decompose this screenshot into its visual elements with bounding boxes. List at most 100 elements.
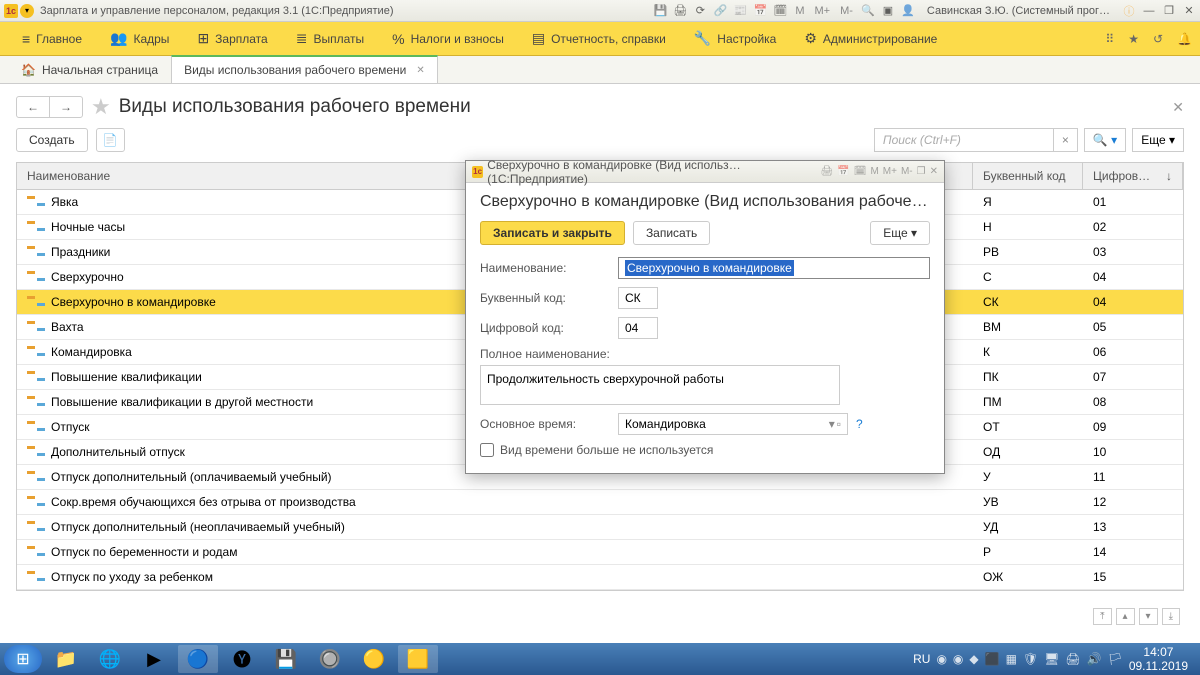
scroll-up-icon[interactable]: ▴ xyxy=(1116,608,1135,625)
tray-icon-8[interactable]: 🖨 xyxy=(1065,652,1080,666)
input-code[interactable] xyxy=(618,287,658,309)
tray-icon-6[interactable]: 🛡 xyxy=(1023,652,1038,666)
tray-icon-1[interactable]: ◉ xyxy=(936,652,946,666)
menu-otchet[interactable]: ▤Отчетность, справки xyxy=(518,22,680,55)
windows-icon[interactable]: ▣ xyxy=(881,4,895,18)
table-row[interactable]: Отпуск по беременности и родамР14 xyxy=(17,540,1183,565)
m-button[interactable]: M xyxy=(793,5,806,17)
save-icon[interactable]: 💾 xyxy=(653,4,667,18)
create-button[interactable]: Создать xyxy=(16,128,88,152)
modal-max-icon[interactable]: ❐ xyxy=(917,166,926,177)
nav-forward-button[interactable]: → xyxy=(50,97,82,117)
minimize-icon[interactable]: — xyxy=(1142,4,1156,18)
search-input[interactable]: Поиск (Ctrl+F) xyxy=(874,128,1054,152)
tray-icon-7[interactable]: 🖥 xyxy=(1044,652,1059,666)
app-menu-dropdown[interactable]: ▾ xyxy=(20,4,34,18)
modal-mplus[interactable]: M+ xyxy=(883,166,897,177)
tab-close-icon[interactable]: ✕ xyxy=(416,65,424,76)
menu-nalogi[interactable]: %Налоги и взносы xyxy=(378,22,518,55)
doc-icon: ▤ xyxy=(532,30,545,47)
user-name[interactable]: Савинская З.Ю. (Системный прог… xyxy=(927,5,1110,17)
table-row[interactable]: Отпуск по уходу за ребенкомОЖ15 xyxy=(17,565,1183,590)
save-button[interactable]: Записать xyxy=(633,221,710,245)
history-icon[interactable]: ↺ xyxy=(1153,32,1163,46)
lang-indicator[interactable]: RU xyxy=(913,652,930,666)
taskbar-yandex[interactable]: 🅨 xyxy=(222,645,262,673)
input-name[interactable]: Сверхурочно в командировке xyxy=(618,257,930,279)
page-close-icon[interactable]: ✕ xyxy=(1172,99,1184,116)
search-clear-button[interactable]: × xyxy=(1054,128,1078,152)
tray-icon-3[interactable]: ◆ xyxy=(969,652,978,666)
modal-m[interactable]: M xyxy=(870,166,878,177)
tray-icon-9[interactable]: 🔊 xyxy=(1087,652,1102,666)
zoom-icon[interactable]: 🔍 xyxy=(861,4,875,18)
scroll-bottom-icon[interactable]: ⤓ xyxy=(1162,608,1180,625)
star-icon[interactable]: ★ xyxy=(1128,32,1139,46)
tray-flag-icon[interactable]: 🏳 xyxy=(1108,652,1123,666)
m-plus-button[interactable]: M+ xyxy=(812,5,832,17)
taskbar-app1[interactable]: 🔘 xyxy=(310,645,350,673)
maximize-icon[interactable]: ❐ xyxy=(1162,4,1176,18)
home-icon: 🏠 xyxy=(21,63,36,77)
clock[interactable]: 14:07 09.11.2019 xyxy=(1129,645,1188,674)
help-icon[interactable]: ? xyxy=(856,417,863,431)
favorite-star-icon[interactable]: ★ xyxy=(91,94,111,120)
taskbar-1c[interactable]: 🟨 xyxy=(398,645,438,673)
save-close-button[interactable]: Записать и закрыть xyxy=(480,221,625,245)
menu-kadry[interactable]: 👥Кадры xyxy=(96,22,183,55)
taskbar-ie[interactable]: 🌐 xyxy=(90,645,130,673)
tray-icon-5[interactable]: ▦ xyxy=(1006,652,1017,666)
nav-back-button[interactable]: ← xyxy=(17,97,50,117)
scroll-top-icon[interactable]: ⤒ xyxy=(1093,608,1111,625)
apps-icon[interactable]: ⠿ xyxy=(1105,32,1114,46)
modal-print-icon[interactable]: 🖨 xyxy=(821,166,834,177)
info-icon[interactable]: ⓘ xyxy=(1122,4,1136,18)
taskbar-app2[interactable]: 🟡 xyxy=(354,645,394,673)
close-icon[interactable]: ✕ xyxy=(1182,4,1196,18)
refresh-icon[interactable]: ⟳ xyxy=(693,4,707,18)
modal-more-button[interactable]: Еще ▾ xyxy=(870,221,930,245)
menu-admin[interactable]: ⚙Администрирование xyxy=(790,22,951,55)
select-dropdown-icon[interactable]: ▾ xyxy=(829,417,835,431)
calendar-icon[interactable]: 📅 xyxy=(753,4,767,18)
taskbar-media[interactable]: ▶ xyxy=(134,645,174,673)
taskbar-chrome[interactable]: 🔵 xyxy=(178,645,218,673)
tab-home[interactable]: 🏠 Начальная страница xyxy=(8,56,171,83)
row-icon xyxy=(27,471,45,481)
input-num[interactable] xyxy=(618,317,658,339)
taskbar-explorer[interactable]: 📁 xyxy=(46,645,86,673)
tray-icon-2[interactable]: ◉ xyxy=(953,652,963,666)
input-full[interactable] xyxy=(480,365,840,405)
select-main[interactable]: Командировка ▾ ▫ xyxy=(618,413,848,435)
search-button[interactable]: 🔍 ▾ xyxy=(1084,128,1126,152)
modal-cal-icon[interactable]: 📅 xyxy=(837,166,849,177)
modal-mminus[interactable]: M- xyxy=(901,166,913,177)
select-open-icon[interactable]: ▫ xyxy=(837,417,841,431)
bell-icon[interactable]: 🔔 xyxy=(1177,32,1192,46)
start-button[interactable]: ⊞ xyxy=(4,645,42,673)
menu-vyplaty[interactable]: ≣Выплаты xyxy=(282,22,378,55)
col-code[interactable]: Буквенный код xyxy=(973,163,1083,189)
col-num[interactable]: Цифров…↓ xyxy=(1083,163,1183,189)
link-icon[interactable]: 🔗 xyxy=(713,4,727,18)
m-minus-button[interactable]: M- xyxy=(838,5,855,17)
print-icon[interactable]: 🖨 xyxy=(673,4,687,18)
table-row[interactable]: Отпуск дополнительный (неоплачиваемый уч… xyxy=(17,515,1183,540)
modal-cal2-icon[interactable]: 🗓 xyxy=(854,166,867,177)
tray-icon-4[interactable]: ⬛ xyxy=(985,652,1000,666)
more-button[interactable]: Еще ▾ xyxy=(1132,128,1184,152)
calc-icon[interactable]: 🗓 xyxy=(773,4,787,18)
row-icon xyxy=(27,521,45,531)
checkbox-unused[interactable] xyxy=(480,443,494,457)
taskbar-save[interactable]: 💾 xyxy=(266,645,306,673)
copy-button[interactable]: 📄 xyxy=(96,128,125,152)
menu-nastroika[interactable]: 🔧Настройка xyxy=(680,22,791,55)
menu-zarplata[interactable]: ⊞Зарплата xyxy=(183,22,281,55)
modal-titlebar[interactable]: 1c Сверхурочно в командировке (Вид испол… xyxy=(466,161,944,183)
modal-close-icon[interactable]: ✕ xyxy=(930,166,938,177)
menu-main[interactable]: ≡Главное xyxy=(8,22,96,55)
print2-icon[interactable]: 📰 xyxy=(733,4,747,18)
table-row[interactable]: Сокр.время обучающихся без отрыва от про… xyxy=(17,490,1183,515)
tab-active[interactable]: Виды использования рабочего времени ✕ xyxy=(171,55,438,83)
scroll-down-icon[interactable]: ▾ xyxy=(1139,608,1158,625)
